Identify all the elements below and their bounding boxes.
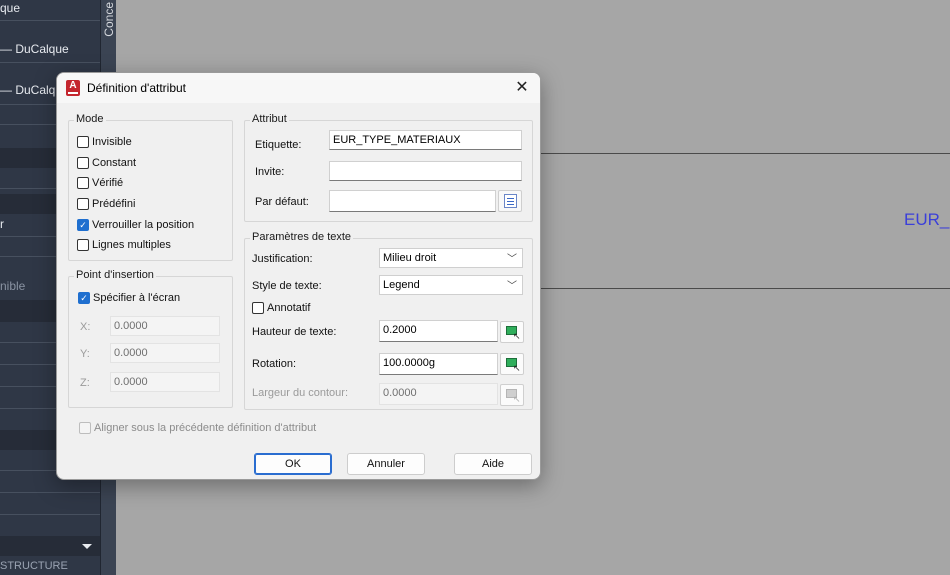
checkbox-box[interactable] [77,136,89,148]
checkbox-label: Lignes multiples [92,239,171,251]
chevron-down-icon [82,544,92,549]
attribute-definition-dialog: A Définition d'attribut ✕ Mode Invisible… [56,72,541,480]
default-field[interactable] [329,190,496,212]
prompt-label: Invite: [255,166,285,178]
checkbox-box[interactable] [77,198,89,210]
boundary-width-field[interactable]: 0.0000 [379,383,498,405]
mode-legend: Mode [74,113,106,125]
align-below-checkbox[interactable]: Aligner sous la précédente définition d'… [79,420,316,436]
text-height-label: Hauteur de texte: [252,326,337,338]
checkbox-box[interactable] [77,177,89,189]
dialog-title: Définition d'attribut [87,81,187,95]
verified-checkbox[interactable]: Vérifié [77,175,123,191]
constant-checkbox[interactable]: Constant [77,155,136,171]
checkbox-box[interactable] [79,422,91,434]
checkbox-label: Aligner sous la précédente définition d'… [94,422,317,434]
text-settings-legend: Paramètres de texte [250,231,354,243]
attribute-legend: Attribut [250,113,289,125]
drawing-line [540,153,950,154]
rotation-field[interactable]: 100.0000g [379,353,498,375]
insert-field-button[interactable] [498,190,522,212]
insert-field-icon [504,194,517,208]
pick-rotation-button[interactable]: ↖ [500,353,524,375]
boundary-width-label: Largeur du contour: [252,387,349,399]
checkbox-label: Vérifié [92,177,124,189]
palette-bottom-label: STRUCTURE [0,560,68,572]
palette-row[interactable]: — DuCalque [0,39,100,59]
ok-button[interactable]: OK [254,453,332,475]
x-label: X: [80,321,91,333]
z-coordinate-field[interactable]: 0.0000 [110,372,220,392]
specify-on-screen-checkbox[interactable]: ✓ Spécifier à l'écran [78,290,180,306]
justification-value: Milieu droit [383,252,437,264]
text-height-field[interactable]: 0.2000 [379,320,498,342]
drawing-attribute-text: EUR_ [904,210,950,229]
prompt-field[interactable] [329,161,522,181]
chevron-down-icon: ﹀ [507,281,517,292]
tag-label: Etiquette: [255,139,302,151]
checkbox-label: Invisible [92,136,132,148]
insertion-legend: Point d'insertion [74,269,156,281]
pick-height-button[interactable]: ↖ [500,321,524,343]
text-style-label: Style de texte: [252,280,322,292]
checkbox-label: Prédéfini [92,198,136,210]
checkmark-icon[interactable]: ✓ [77,219,89,231]
palette-divider [0,62,100,63]
vertical-tab-label: Conce [102,2,116,37]
dialog-titlebar[interactable]: A Définition d'attribut ✕ [57,73,540,103]
pick-boundary-button[interactable]: ↖ [500,384,524,406]
palette-row[interactable]: que [0,0,100,18]
y-label: Y: [80,348,90,360]
help-button[interactable]: Aide [454,453,532,475]
x-coordinate-field[interactable]: 0.0000 [110,316,220,336]
palette-dropdown[interactable] [0,536,100,556]
close-icon[interactable]: ✕ [512,78,532,98]
text-style-select[interactable]: Legend ﹀ [379,275,523,295]
checkbox-label: Annotatif [267,302,311,314]
justification-select[interactable]: Milieu droit ﹀ [379,248,523,268]
checkmark-icon[interactable]: ✓ [78,292,90,304]
autocad-icon: A [66,80,80,96]
text-style-value: Legend [383,279,420,291]
default-label: Par défaut: [255,196,309,208]
invisible-checkbox[interactable]: Invisible [77,134,132,150]
checkbox-label: Verrouiller la position [92,219,195,231]
tag-field[interactable]: EUR_TYPE_MATERIAUX [329,130,522,150]
checkbox-label: Constant [92,157,137,169]
justification-label: Justification: [252,253,313,265]
palette-divider [0,514,100,515]
palette-divider [0,492,100,493]
checkbox-box[interactable] [77,157,89,169]
preset-checkbox[interactable]: Prédéfini [77,196,135,212]
palette-divider [0,20,100,21]
checkbox-box[interactable] [252,302,264,314]
z-label: Z: [80,377,90,389]
cancel-button[interactable]: Annuler [347,453,425,475]
checkbox-box[interactable] [77,239,89,251]
chevron-down-icon: ﹀ [507,254,517,265]
rotation-label: Rotation: [252,358,297,370]
annotative-checkbox[interactable]: Annotatif [252,300,310,316]
checkbox-label: Spécifier à l'écran [93,292,181,304]
y-coordinate-field[interactable]: 0.0000 [110,343,220,363]
lock-position-checkbox[interactable]: ✓ Verrouiller la position [77,217,194,233]
multiple-lines-checkbox[interactable]: Lignes multiples [77,237,171,253]
drawing-line [540,288,950,289]
